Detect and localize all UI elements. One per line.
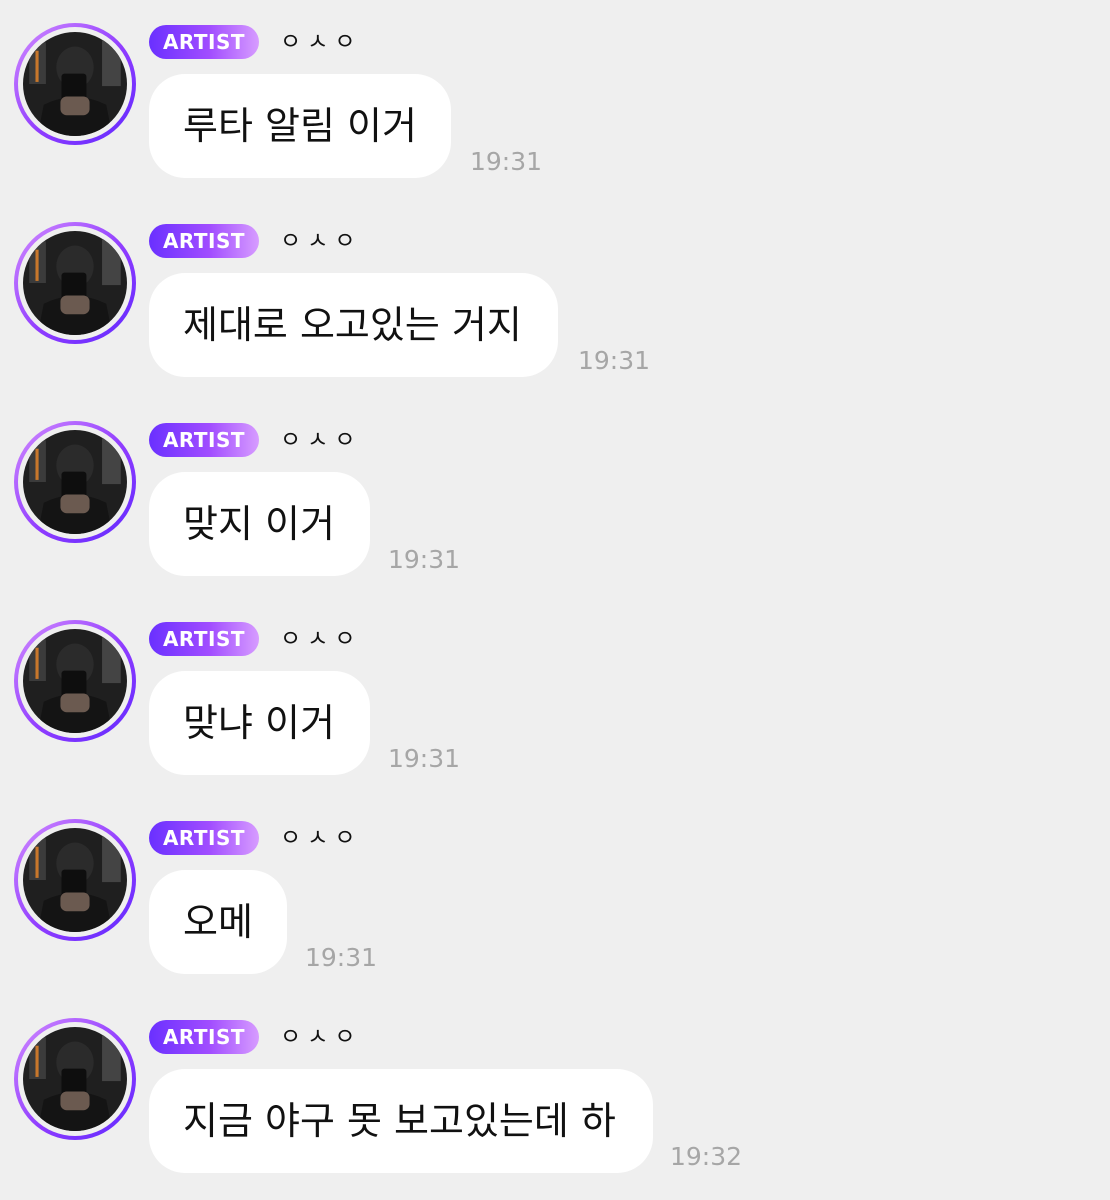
artist-badge: ARTIST bbox=[149, 423, 259, 457]
sender-name: ㅇㅅㅇ bbox=[280, 29, 362, 55]
sender-name: ㅇㅅㅇ bbox=[280, 1024, 362, 1050]
chat-message: ARTIST ㅇㅅㅇ 루타 알림 이거 19:31 bbox=[0, 0, 1110, 190]
artist-profile-photo bbox=[23, 1027, 127, 1131]
message-bubble[interactable]: 루타 알림 이거 bbox=[149, 74, 451, 178]
message-timestamp: 19:31 bbox=[470, 147, 543, 176]
sender-name: ㅇㅅㅇ bbox=[280, 825, 362, 851]
artist-badge: ARTIST bbox=[149, 622, 259, 656]
avatar[interactable] bbox=[14, 819, 136, 941]
avatar[interactable] bbox=[14, 1018, 136, 1140]
message-bubble[interactable]: 지금 야구 못 보고있는데 하 bbox=[149, 1069, 653, 1173]
message-timestamp: 19:31 bbox=[388, 744, 461, 773]
artist-profile-photo bbox=[23, 430, 127, 534]
artist-badge: ARTIST bbox=[149, 25, 259, 59]
sender-name: ㅇㅅㅇ bbox=[280, 427, 362, 453]
message-bubble[interactable]: 맞냐 이거 bbox=[149, 671, 370, 775]
message-bubble[interactable]: 제대로 오고있는 거지 bbox=[149, 273, 558, 377]
chat-message: ARTIST ㅇㅅㅇ 오메 19:31 bbox=[0, 796, 1110, 986]
sender-name: ㅇㅅㅇ bbox=[280, 626, 362, 652]
avatar[interactable] bbox=[14, 222, 136, 344]
artist-profile-photo bbox=[23, 828, 127, 932]
avatar[interactable] bbox=[14, 620, 136, 742]
message-timestamp: 19:31 bbox=[305, 943, 378, 972]
chat-message: ARTIST ㅇㅅㅇ 제대로 오고있는 거지 19:31 bbox=[0, 199, 1110, 389]
artist-badge: ARTIST bbox=[149, 1020, 259, 1054]
chat-message: ARTIST ㅇㅅㅇ 맞지 이거 19:31 bbox=[0, 398, 1110, 588]
sender-name: ㅇㅅㅇ bbox=[280, 228, 362, 254]
message-timestamp: 19:31 bbox=[578, 346, 651, 375]
chat-message: ARTIST ㅇㅅㅇ 맞냐 이거 19:31 bbox=[0, 597, 1110, 787]
artist-badge: ARTIST bbox=[149, 821, 259, 855]
chat-message-list[interactable]: ARTIST ㅇㅅㅇ 루타 알림 이거 19:31 ARTIST ㅇㅅㅇ 제대로… bbox=[0, 0, 1110, 1200]
artist-badge: ARTIST bbox=[149, 224, 259, 258]
message-bubble[interactable]: 오메 bbox=[149, 870, 287, 974]
message-timestamp: 19:31 bbox=[388, 545, 461, 574]
message-bubble[interactable]: 맞지 이거 bbox=[149, 472, 370, 576]
message-timestamp: 19:32 bbox=[670, 1142, 743, 1171]
artist-profile-photo bbox=[23, 231, 127, 335]
avatar[interactable] bbox=[14, 421, 136, 543]
chat-message: ARTIST ㅇㅅㅇ 지금 야구 못 보고있는데 하 19:32 bbox=[0, 995, 1110, 1185]
artist-profile-photo bbox=[23, 629, 127, 733]
avatar[interactable] bbox=[14, 23, 136, 145]
artist-profile-photo bbox=[23, 32, 127, 136]
